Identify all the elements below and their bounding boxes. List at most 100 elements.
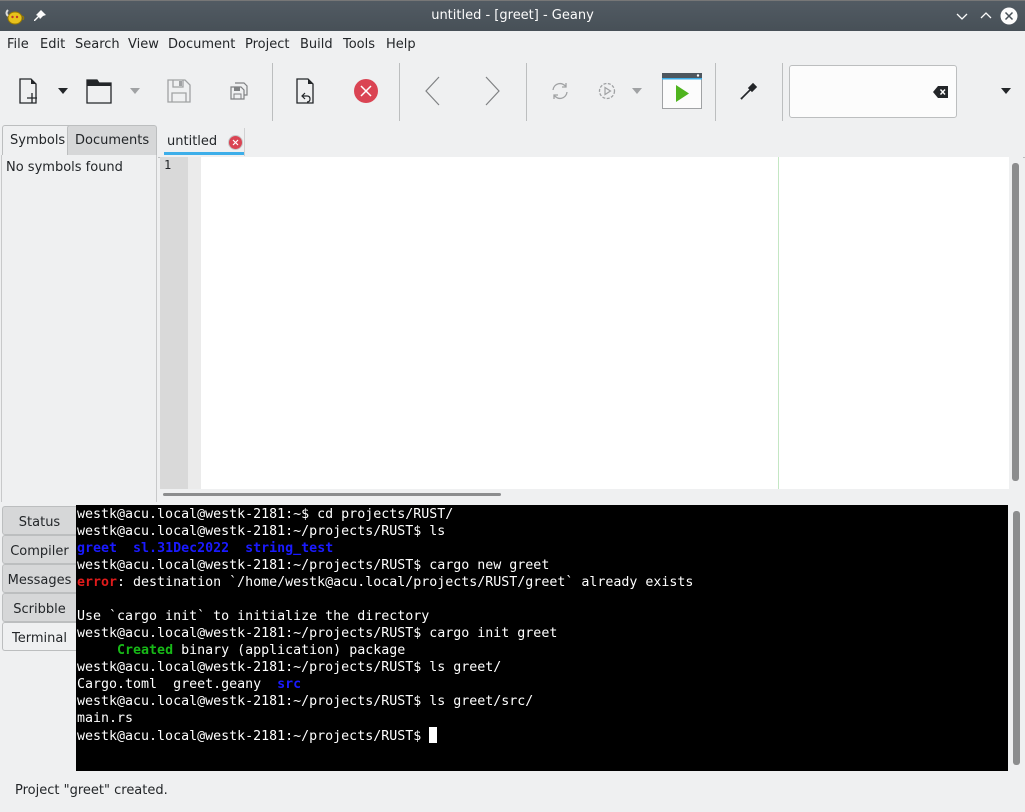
- menu-document[interactable]: Document: [168, 37, 235, 52]
- close-file-button[interactable]: [350, 75, 382, 107]
- save-button[interactable]: [163, 75, 195, 107]
- terminal-text: src: [277, 677, 302, 692]
- terminal-text: westk@acu.local@westk-2181:~/projects/RU…: [77, 660, 502, 675]
- dropdown-arrow-icon: [1001, 88, 1011, 94]
- terminal-line: westk@acu.local@westk-2181:~/projects/RU…: [77, 659, 1008, 676]
- terminal-line: main.rs: [77, 710, 1008, 727]
- terminal[interactable]: westk@acu.local@westk-2181:~$ cd project…: [76, 505, 1008, 771]
- minimize-icon[interactable]: [953, 7, 971, 25]
- editor-horizontal-scrollbar[interactable]: [160, 489, 1009, 502]
- terminal-text: string_test: [245, 541, 334, 556]
- compile-button[interactable]: [544, 75, 576, 107]
- revert-icon: [296, 78, 314, 104]
- document-tab-untitled[interactable]: untitled: [162, 127, 246, 157]
- folder-icon: [86, 79, 112, 104]
- dropdown-arrow-icon: [130, 88, 140, 94]
- search-input[interactable]: [796, 80, 916, 104]
- toolbar-separator: [272, 63, 273, 121]
- menu-bar: File Edit Search View Document Project B…: [0, 31, 1025, 59]
- new-file-icon: [19, 78, 37, 104]
- save-icon: [167, 79, 191, 103]
- editor-vertical-scrollbar[interactable]: [1009, 157, 1023, 489]
- chevron-left-icon: [425, 76, 440, 106]
- terminal-text: westk@acu.local@westk-2181:~/projects/RU…: [77, 729, 430, 744]
- tab-scribble[interactable]: Scribble: [2, 593, 76, 622]
- line-number: 1: [164, 158, 172, 172]
- window-title: untitled - [greet] - Geany: [431, 8, 594, 23]
- terminal-line: greet sl.31Dec2022 string_test: [77, 540, 1008, 557]
- search-field[interactable]: [789, 65, 957, 118]
- terminal-scrollbar[interactable]: [1010, 505, 1023, 771]
- scrollbar-thumb[interactable]: [1012, 163, 1019, 481]
- tab-documents[interactable]: Documents: [67, 125, 158, 156]
- navigate-forward-button[interactable]: [476, 75, 508, 107]
- build-button[interactable]: [591, 75, 623, 107]
- refresh-icon: [552, 82, 568, 100]
- code-editor[interactable]: 1: [160, 157, 1009, 489]
- terminal-text: error: [77, 575, 118, 590]
- menu-edit[interactable]: Edit: [40, 37, 65, 52]
- close-tab-icon[interactable]: [228, 135, 243, 150]
- menu-project[interactable]: Project: [245, 37, 289, 52]
- terminal-text: westk@acu.local@westk-2181:~/projects/RU…: [77, 694, 534, 709]
- symbols-panel: No symbols found: [1, 155, 157, 502]
- document-tab-label: untitled: [167, 134, 218, 149]
- scrollbar-thumb[interactable]: [1013, 511, 1020, 765]
- menu-tools[interactable]: Tools: [343, 37, 375, 52]
- dropdown-arrow-icon: [58, 88, 68, 94]
- new-file-dropdown[interactable]: [50, 75, 76, 107]
- terminal-line: Use `cargo init` to initialize the direc…: [77, 608, 1008, 625]
- no-symbols-message: No symbols found: [6, 160, 123, 175]
- menu-file[interactable]: File: [7, 37, 29, 52]
- terminal-cursor: [429, 727, 438, 743]
- terminal-text: binary (application) package: [173, 643, 406, 658]
- menu-build[interactable]: Build: [300, 37, 333, 52]
- scrollbar-thumb[interactable]: [163, 493, 501, 496]
- revert-button[interactable]: [290, 75, 322, 107]
- dropdown-arrow-icon: [632, 88, 642, 94]
- menu-search[interactable]: Search: [75, 37, 120, 52]
- execute-button[interactable]: [660, 72, 704, 110]
- menu-help[interactable]: Help: [386, 37, 416, 52]
- terminal-line: westk@acu.local@westk-2181:~/projects/RU…: [77, 727, 1008, 744]
- tab-separator: [244, 128, 245, 156]
- color-chooser-button[interactable]: [733, 75, 765, 107]
- terminal-text: westk@acu.local@westk-2181:~$ cd project…: [77, 507, 454, 522]
- execute-play-icon: [662, 73, 702, 109]
- color-picker-icon: [740, 82, 758, 100]
- status-message: Project "greet" created.: [15, 783, 168, 798]
- terminal-text: greet: [77, 541, 118, 556]
- save-all-button[interactable]: [223, 75, 255, 107]
- clear-input-icon[interactable]: [933, 85, 949, 99]
- toolbar-separator: [782, 63, 783, 121]
- close-window-icon[interactable]: [1000, 7, 1018, 25]
- toolbar-separator: [715, 63, 716, 121]
- terminal-text: Created: [117, 643, 174, 658]
- recent-files-dropdown[interactable]: [122, 75, 148, 107]
- toolbar-overflow-button[interactable]: [990, 75, 1022, 107]
- terminal-text: westk@acu.local@westk-2181:~/projects/RU…: [77, 558, 550, 573]
- open-file-button[interactable]: [83, 75, 115, 107]
- chevron-right-icon: [485, 76, 500, 106]
- navigate-back-button[interactable]: [417, 75, 449, 107]
- new-file-button[interactable]: [12, 75, 44, 107]
- terminal-text: sl.31Dec2022: [133, 541, 230, 556]
- terminal-text: main.rs: [77, 711, 134, 726]
- tab-symbols[interactable]: Symbols: [2, 125, 74, 156]
- tab-status[interactable]: Status: [2, 506, 76, 535]
- terminal-text: westk@acu.local@westk-2181:~/projects/RU…: [77, 626, 558, 641]
- tab-compiler[interactable]: Compiler: [2, 535, 76, 564]
- tab-terminal[interactable]: Terminal: [2, 622, 76, 651]
- close-icon: [354, 79, 378, 103]
- menu-view[interactable]: View: [128, 37, 159, 52]
- terminal-line: westk@acu.local@westk-2181:~/projects/RU…: [77, 693, 1008, 710]
- tab-messages[interactable]: Messages: [2, 564, 76, 593]
- active-tab-indicator: [164, 152, 244, 155]
- build-dropdown[interactable]: [625, 75, 649, 107]
- long-line-marker: [778, 157, 779, 489]
- maximize-icon[interactable]: [977, 7, 995, 25]
- fold-margin[interactable]: [188, 157, 201, 489]
